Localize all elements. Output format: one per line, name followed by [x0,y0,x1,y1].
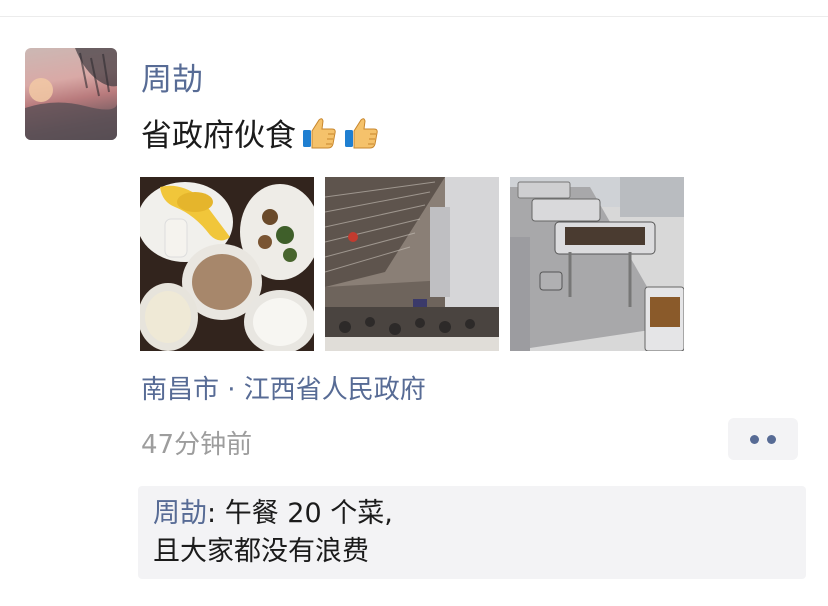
post-text-content: 省政府伙食 [141,118,296,154]
avatar[interactable] [25,48,117,140]
photo-grid [140,177,684,351]
more-dot-icon [750,434,759,444]
post-time: 47分钟前 [141,430,253,460]
comment-separator: : [207,498,225,529]
post-author-name[interactable]: 周劼 [141,54,203,99]
comment-section: 周劼: 午餐 20 个菜, 且大家都没有浪费 [138,486,806,579]
post-location[interactable]: 南昌市 · 江西省人民政府 [141,369,426,406]
comment-text-line2: 且大家都没有浪费 [153,536,369,567]
more-actions-button[interactable] [728,418,798,460]
photo-meal-tray[interactable] [140,177,314,351]
commenter-name[interactable]: 周劼 [153,498,207,529]
comment-item[interactable]: 周劼: 午餐 20 个菜, 且大家都没有浪费 [153,495,773,571]
post-text: 省政府伙食 [141,110,380,155]
top-divider [0,16,828,17]
thumbs-up-icon [345,117,378,148]
more-dot-icon [767,434,776,444]
thumbs-up-icon [303,117,336,148]
photo-buffet-counter[interactable] [510,177,684,351]
comment-text-line1: 午餐 20 个菜, [224,498,393,529]
photo-canteen-hall[interactable] [325,177,499,351]
